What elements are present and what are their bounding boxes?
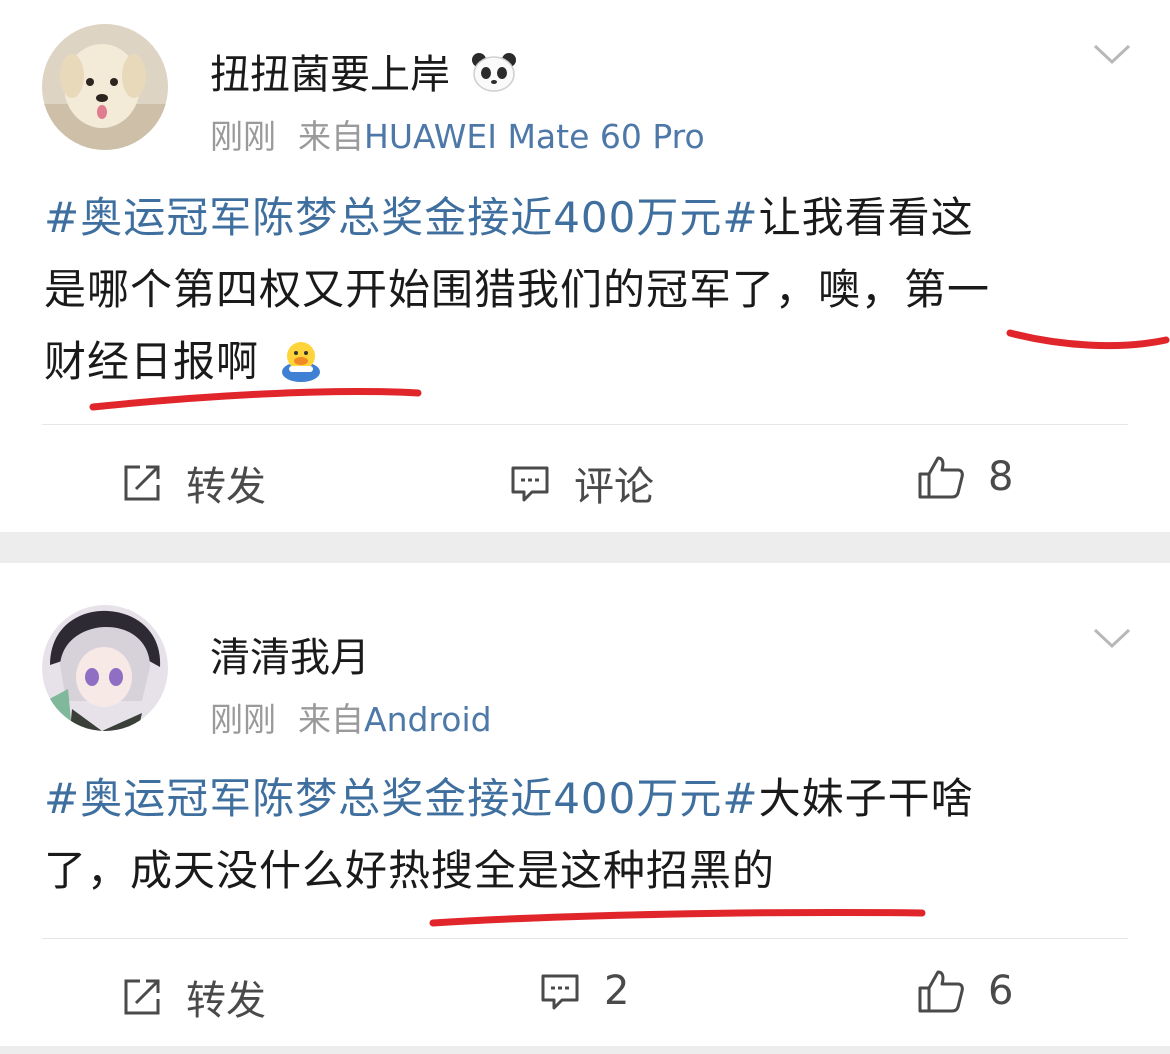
repost-button[interactable]: 转发 [120, 454, 266, 512]
thumbs-up-icon [918, 970, 964, 1013]
divider [42, 938, 1128, 939]
comment-button[interactable]: 2 [538, 968, 629, 1014]
comment-icon [541, 974, 579, 1010]
post-card: 清清我月 刚刚 来自Android #奥运冠军陈梦总奖金接近400万元#大妹子干啥… [0, 563, 1170, 1046]
thumbs-up-icon [918, 456, 964, 499]
card-separator [0, 532, 1170, 563]
comment-icon [511, 466, 549, 502]
repost-icon [124, 465, 160, 501]
card-separator [0, 1046, 1170, 1054]
like-count: 8 [988, 454, 1014, 500]
repost-label: 转发 [186, 464, 266, 510]
comment-count: 2 [604, 968, 630, 1014]
repost-button[interactable]: 转发 [120, 968, 266, 1026]
post-card: 扭扭菌要上岸 刚刚 来自HUAWEI Mate 60 Pro #奥运冠军陈梦总奖金… [0, 0, 1170, 532]
comment-label: 评论 [574, 464, 654, 510]
comment-button[interactable]: 评论 [508, 454, 654, 512]
repost-label: 转发 [186, 978, 266, 1024]
like-button[interactable]: 8 [916, 454, 1013, 500]
red-underline-annotation [89, 329, 1170, 411]
divider [42, 424, 1128, 425]
red-underline-annotation [429, 908, 926, 927]
like-button[interactable]: 6 [916, 968, 1013, 1014]
like-count: 6 [988, 968, 1014, 1014]
repost-icon [124, 979, 160, 1015]
